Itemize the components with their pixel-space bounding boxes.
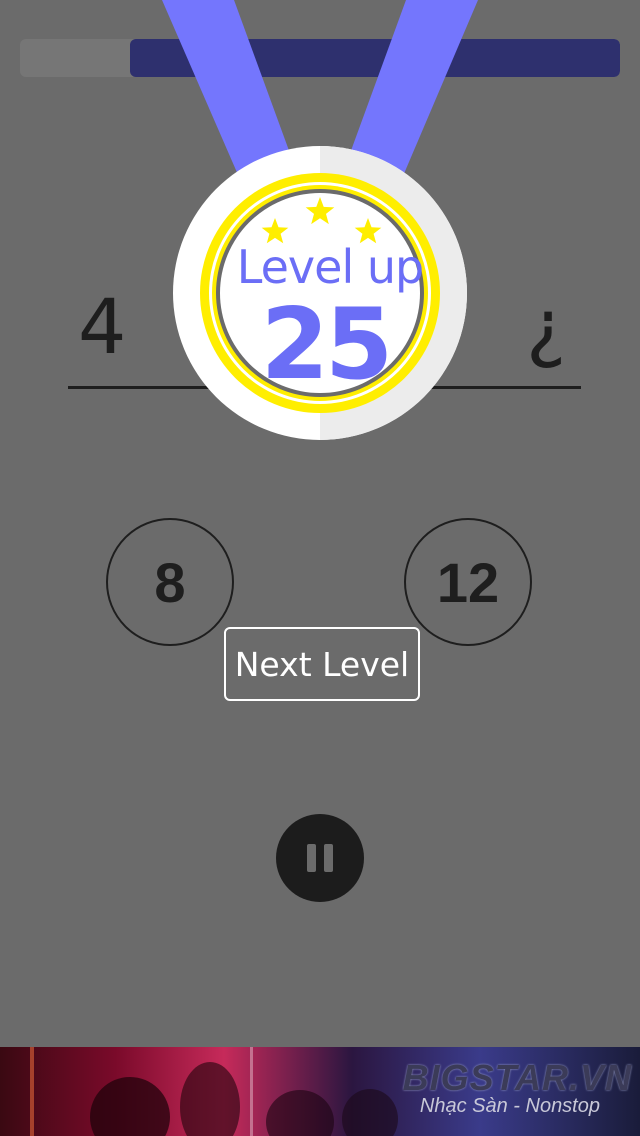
ad-banner-tagline: Nhạc Sàn - Nonstop xyxy=(419,1095,600,1117)
pause-button[interactable] xyxy=(276,814,364,902)
pause-icon xyxy=(307,844,333,872)
medal-level-number: 25 xyxy=(260,288,393,402)
medal-title: Level up xyxy=(236,240,424,294)
choice-button-2[interactable]: 12 xyxy=(404,518,532,646)
next-level-button[interactable]: Next Level xyxy=(224,627,420,701)
ad-banner-brand: BIGSTAR.VN xyxy=(402,1057,632,1098)
choice-button-1[interactable]: 8 xyxy=(106,518,234,646)
ad-banner[interactable]: BIGSTAR.VN Nhạc Sàn - Nonstop xyxy=(0,1047,640,1136)
